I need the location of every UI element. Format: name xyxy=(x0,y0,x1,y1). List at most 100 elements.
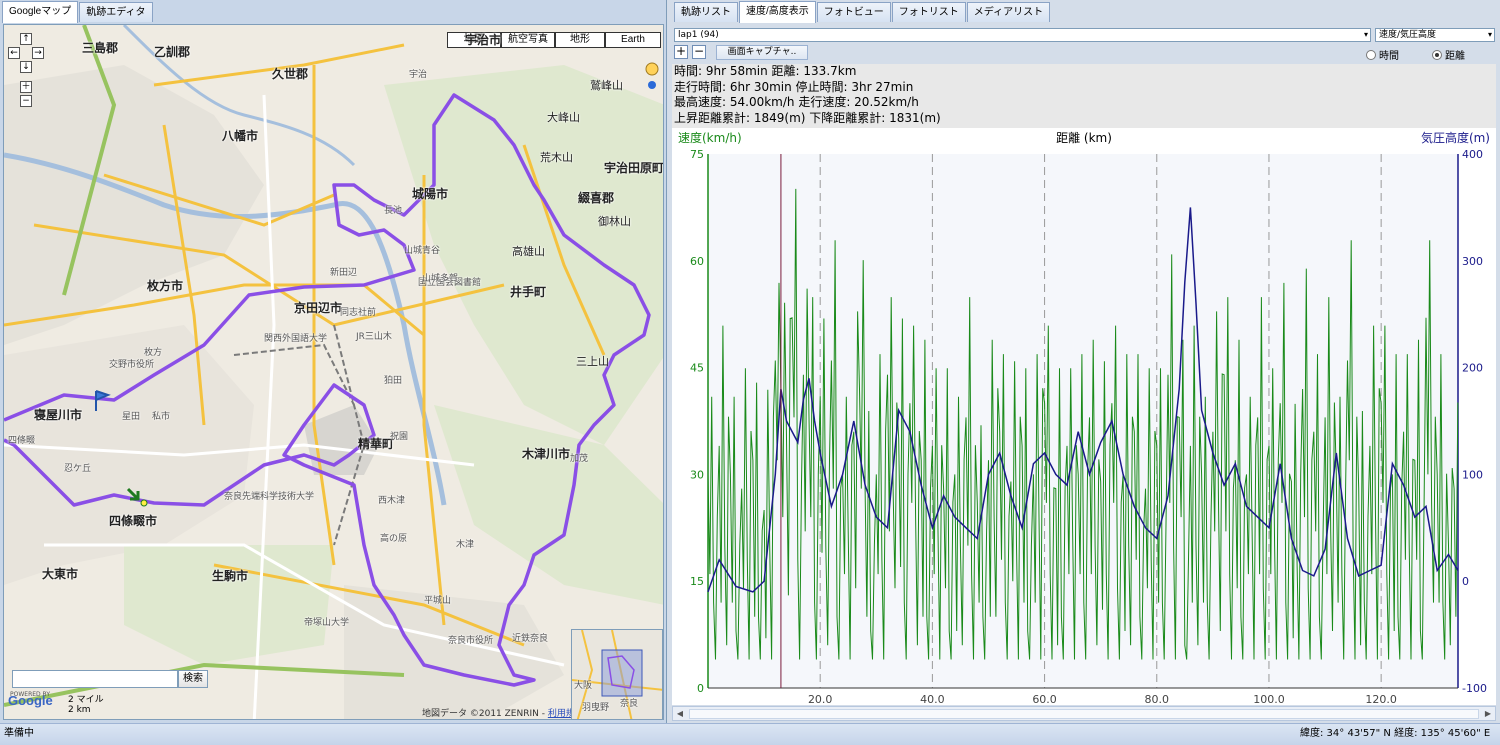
chevron-down-icon: ▾ xyxy=(1487,30,1492,39)
x-tick-label: 120.0 xyxy=(1365,693,1397,705)
map-label: 枚方市 xyxy=(147,279,184,293)
radio-distance[interactable]: 距離 xyxy=(1432,47,1465,62)
y-right-tick-label: -100 xyxy=(1462,682,1487,695)
maptype-terrain-button[interactable]: 地形 xyxy=(555,32,605,48)
map-label: 山城青谷 xyxy=(404,246,441,256)
map-label: 大東市 xyxy=(42,567,79,581)
map-label: 交野市役所 xyxy=(109,360,155,370)
map-label: 八幡市 xyxy=(222,129,259,143)
stat-line: 上昇距離累計: 1849(m) 下降距離累計: 1831(m) xyxy=(674,110,941,125)
map-label: 平城山 xyxy=(424,596,452,606)
right-tabbar: 軌跡リスト 速度/高度表示 フォトビュー フォトリスト メディアリスト xyxy=(672,0,1051,23)
radio-dot-selected xyxy=(1432,50,1442,60)
left-tabbar: Googleマップ 軌跡エディタ xyxy=(0,0,154,23)
map-label: 奈良市役所 xyxy=(448,636,494,646)
y-right-tick-label: 400 xyxy=(1462,148,1483,161)
map-label: 宇治 xyxy=(409,70,428,80)
speed-altitude-chart[interactable]: 速度(km/h) 距離 (km) 気圧高度(m) 20.0 40.0 60.0 80.… xyxy=(672,128,1496,706)
copyright-text: 地図データ ©2011 ZENRIN - xyxy=(422,709,548,719)
lap-select-value: lap1 (94) xyxy=(678,30,719,40)
tab-photo-list[interactable]: フォトリスト xyxy=(891,2,966,22)
x-tick-label: 60.0 xyxy=(1032,693,1057,705)
stats-panel: 時間: 9hr 58min 距離: 133.7km 走行時間: 6hr 30mi… xyxy=(672,64,1496,128)
tab-track-list[interactable]: 軌跡リスト xyxy=(674,2,738,22)
select-row: lap1 (94) ▾ 速度/気圧高度 ▾ xyxy=(674,28,1496,42)
map-search-button[interactable]: 検索 xyxy=(178,670,208,688)
overview-label: 奈良 xyxy=(620,699,639,709)
y-left-tick-label: 30 xyxy=(690,468,704,481)
maptype-satellite-button[interactable]: 航空写真 xyxy=(501,32,555,48)
add-button[interactable]: + xyxy=(674,45,688,59)
radio-dot xyxy=(1366,50,1376,60)
overview-label: 大阪 xyxy=(574,681,593,691)
pan-right-icon[interactable]: → xyxy=(32,47,44,59)
stat-line: 時間: 9hr 58min 距離: 133.7km xyxy=(674,64,857,78)
y-left-label: 速度(km/h) xyxy=(678,130,742,145)
map-label: 荒木山 xyxy=(540,151,573,164)
pan-left-icon[interactable]: ← xyxy=(8,47,20,59)
map-label: 長池 xyxy=(384,206,403,216)
zoom-out-icon[interactable]: − xyxy=(20,95,32,107)
y-left-tick-label: 45 xyxy=(690,362,704,375)
scroll-left-icon[interactable]: ◀ xyxy=(674,708,686,720)
map-label: 三上山 xyxy=(576,355,609,368)
map-label: 奈良先端科学技術大学 xyxy=(224,492,315,502)
graph-type-select[interactable]: 速度/気圧高度 ▾ xyxy=(1375,28,1495,42)
map-label: 綴喜郡 xyxy=(578,191,615,205)
map-label: 高の原 xyxy=(380,534,408,544)
scroll-right-icon[interactable]: ▶ xyxy=(1482,708,1494,720)
y-right-label: 気圧高度(m) xyxy=(1421,130,1490,145)
remove-button[interactable]: − xyxy=(692,45,706,59)
scale-mi: 2 マイル xyxy=(68,695,104,705)
maptype-earth-button[interactable]: Earth xyxy=(605,32,661,48)
chart-svg: 速度(km/h) 距離 (km) 気圧高度(m) 20.0 40.0 60.0 80.… xyxy=(678,130,1490,706)
scroll-thumb[interactable] xyxy=(689,709,1479,719)
x-tick-label: 100.0 xyxy=(1253,693,1285,705)
chart-horizontal-scrollbar[interactable]: ◀ ▶ xyxy=(672,706,1496,721)
map-label: 御林山 xyxy=(598,215,631,228)
map-label: 忍ケ丘 xyxy=(64,464,92,474)
zoom-in-icon[interactable]: ＋ xyxy=(20,81,32,93)
stat-line: 最高速度: 54.00km/h 走行速度: 20.52km/h xyxy=(674,95,919,109)
x-tick-label: 40.0 xyxy=(920,693,945,705)
graph-type-value: 速度/気圧高度 xyxy=(1379,30,1437,40)
map-copyright: 地図データ ©2011 ZENRIN - 利用規約 xyxy=(422,706,584,719)
overview-map[interactable]: 大阪 奈良 羽曳野 xyxy=(571,629,663,719)
overview-label: 羽曳野 xyxy=(582,703,610,713)
map-label: 井手町 xyxy=(510,285,547,299)
y-left-tick-label: 60 xyxy=(690,255,704,268)
tab-photo-view[interactable]: フォトビュー xyxy=(816,2,891,22)
y-right-tick-label: 200 xyxy=(1462,362,1483,375)
stat-line: 走行時間: 6hr 30min 停止時間: 3hr 27min xyxy=(674,79,914,94)
map-label: JR三山木 xyxy=(356,332,392,342)
map-label: 精華町 xyxy=(358,437,395,451)
map-label: 西木津 xyxy=(378,496,406,506)
map-view[interactable]: 地図 航空写真 地形 Earth ↑ ← → ↓ ＋ − 三島郡 乙訓郡 久世郡… xyxy=(3,24,664,720)
map-label: 木津 xyxy=(456,540,475,550)
map-label: 高雄山 xyxy=(512,245,545,258)
map-label: 三島郡 xyxy=(82,41,119,55)
radio-distance-label: 距離 xyxy=(1445,51,1465,62)
tab-media-list[interactable]: メディアリスト xyxy=(966,2,1051,22)
x-axis-label: 距離 (km) xyxy=(1056,131,1112,145)
map-label: 私市 xyxy=(152,412,171,422)
lap-select[interactable]: lap1 (94) ▾ xyxy=(674,28,1371,42)
screen-capture-button[interactable]: 画面キャプチャ.. xyxy=(716,45,808,60)
map-label: 乙訓郡 xyxy=(154,45,191,59)
tab-track-editor[interactable]: 軌跡エディタ xyxy=(79,2,153,22)
tab-google-map[interactable]: Googleマップ xyxy=(2,1,79,23)
chevron-down-icon: ▾ xyxy=(1363,30,1368,39)
status-text: 準備中 xyxy=(4,728,34,739)
map-label: 山城多賀 xyxy=(422,274,459,284)
tab-speed-altitude[interactable]: 速度/高度表示 xyxy=(739,1,816,23)
map-label: 四條畷市 xyxy=(109,514,158,528)
map-label: 木津川市 xyxy=(522,447,571,461)
map-panel: Googleマップ 軌跡エディタ 地図 航空写真 地形 Earth ↑ ← → … xyxy=(0,0,667,723)
y-left-tick-label: 75 xyxy=(690,148,704,161)
map-search-input[interactable] xyxy=(12,670,178,688)
pan-down-icon[interactable]: ↓ xyxy=(20,61,32,73)
radio-time[interactable]: 時間 xyxy=(1366,47,1399,62)
map-label: 京田辺市 xyxy=(294,301,343,315)
map-label: 寝屋川市 xyxy=(34,408,83,422)
pan-up-icon[interactable]: ↑ xyxy=(20,33,32,45)
